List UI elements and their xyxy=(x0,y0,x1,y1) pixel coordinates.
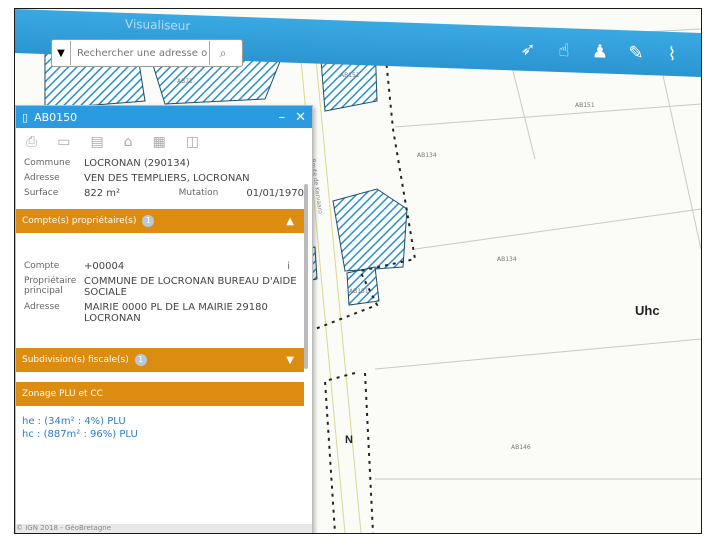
pdf-icon[interactable]: ▭ xyxy=(57,134,70,150)
subdivision-section-header[interactable]: Subdivision(s) fiscale(s) 1 ▼ xyxy=(16,348,304,372)
field-compte: Compte +00004 ⅰ xyxy=(16,259,312,274)
zonage-section-header[interactable]: Zonage PLU et CC xyxy=(16,382,304,406)
mutation-date: 01/01/1970 xyxy=(246,188,304,199)
panel-header: ▯ AB0150 – ✕ xyxy=(16,106,312,128)
close-button[interactable]: ✕ xyxy=(295,110,306,125)
zone-label-uhc: Uhc xyxy=(635,303,660,318)
map-attribution: © IGN 2018 - GéoBretagne xyxy=(16,524,312,533)
parcel-label: AB146 xyxy=(511,444,531,451)
cursor-icon[interactable]: ➶ xyxy=(517,39,539,62)
parcel-label: AB151 xyxy=(575,102,595,109)
plu-line: hc : (887m² : 96%) PLU xyxy=(22,429,138,440)
app-title: Visualiseur xyxy=(125,16,191,34)
panel-scrollbar[interactable] xyxy=(304,184,308,369)
select-hand-icon[interactable]: ☝ xyxy=(553,40,575,63)
panel-toolbar: ⎙ ▭ ▤ ⌂ ▦ ◫ xyxy=(16,128,312,156)
tool-group: ➶ ☝ ♟ ✎ ⌇ xyxy=(517,39,683,67)
info-icon[interactable]: ⅰ xyxy=(287,261,304,272)
user-pin-icon[interactable]: ♟ xyxy=(589,41,611,64)
count-badge: 1 xyxy=(142,215,155,227)
home-icon[interactable]: ⌂ xyxy=(124,134,133,150)
mutation-label: Mutation xyxy=(178,188,219,198)
parcel-border xyxy=(374,338,701,370)
chevron-up-icon[interactable]: ▲ xyxy=(286,216,304,227)
parcel-info-panel: ▯ AB0150 – ✕ ⎙ ▭ ▤ ⌂ ▦ ◫ Commune LOCRONA… xyxy=(15,105,313,533)
parcel-label: AB134 xyxy=(497,256,517,263)
parcel-border xyxy=(394,103,701,128)
table-icon[interactable]: ▦ xyxy=(153,134,166,150)
map-icon[interactable]: ◫ xyxy=(186,134,199,150)
search-input[interactable] xyxy=(71,46,209,60)
parcel-label: AB134 xyxy=(417,152,437,159)
parcel-label: AB71 xyxy=(177,78,193,85)
parcel-label: AB151 xyxy=(340,72,360,79)
zone-boundary xyxy=(323,372,356,533)
parcel-owned[interactable] xyxy=(332,188,408,272)
pencil-icon[interactable]: ✎ xyxy=(625,42,647,65)
parcel-id: AB0150 xyxy=(34,110,78,124)
field-owner-address: Adresse MAIRIE 0000 PL DE LA MAIRIE 2918… xyxy=(24,302,268,324)
parcel-label: AB151 xyxy=(349,288,369,295)
parcel-owned-selected[interactable] xyxy=(346,266,380,306)
address-search: ▼ ⌕ xyxy=(51,39,243,67)
field-commune: Commune LOCRONAN (290134) xyxy=(24,158,190,169)
export-icon[interactable]: ▤ xyxy=(90,134,103,150)
field-proprietaire: Propriétaire principal COMMUNE DE LOCRON… xyxy=(24,276,297,298)
chevron-down-icon[interactable]: ▼ xyxy=(286,355,304,366)
minimize-button[interactable]: – xyxy=(279,110,286,125)
zone-boundary xyxy=(364,372,374,533)
search-icon[interactable]: ⌕ xyxy=(209,41,236,65)
print-icon[interactable]: ⎙ xyxy=(26,134,37,150)
plu-line: he : (34m² : 4%) PLU xyxy=(22,416,126,427)
document-icon: ▯ xyxy=(22,110,29,124)
count-badge: 1 xyxy=(134,354,147,366)
chevron-down-icon[interactable]: ▼ xyxy=(52,41,71,65)
zone-label-n: N xyxy=(345,434,353,446)
owner-section-header[interactable]: Compte(s) propriétaire(s) 1 ▲ xyxy=(16,209,304,233)
screenshot-frame: Route de Kervaaro AB151 AB151 AB134 AB13… xyxy=(14,8,702,534)
owner-details: Compte +00004 ⅰ Propriétaire principal C… xyxy=(16,233,312,326)
paperclip-icon[interactable]: ⌇ xyxy=(661,44,683,67)
parcel-border xyxy=(414,208,701,250)
field-adresse: Adresse VEN DES TEMPLIERS, LOCRONAN xyxy=(24,173,250,184)
field-surface: Surface 822 m² Mutation 01/01/1970 xyxy=(24,188,304,199)
